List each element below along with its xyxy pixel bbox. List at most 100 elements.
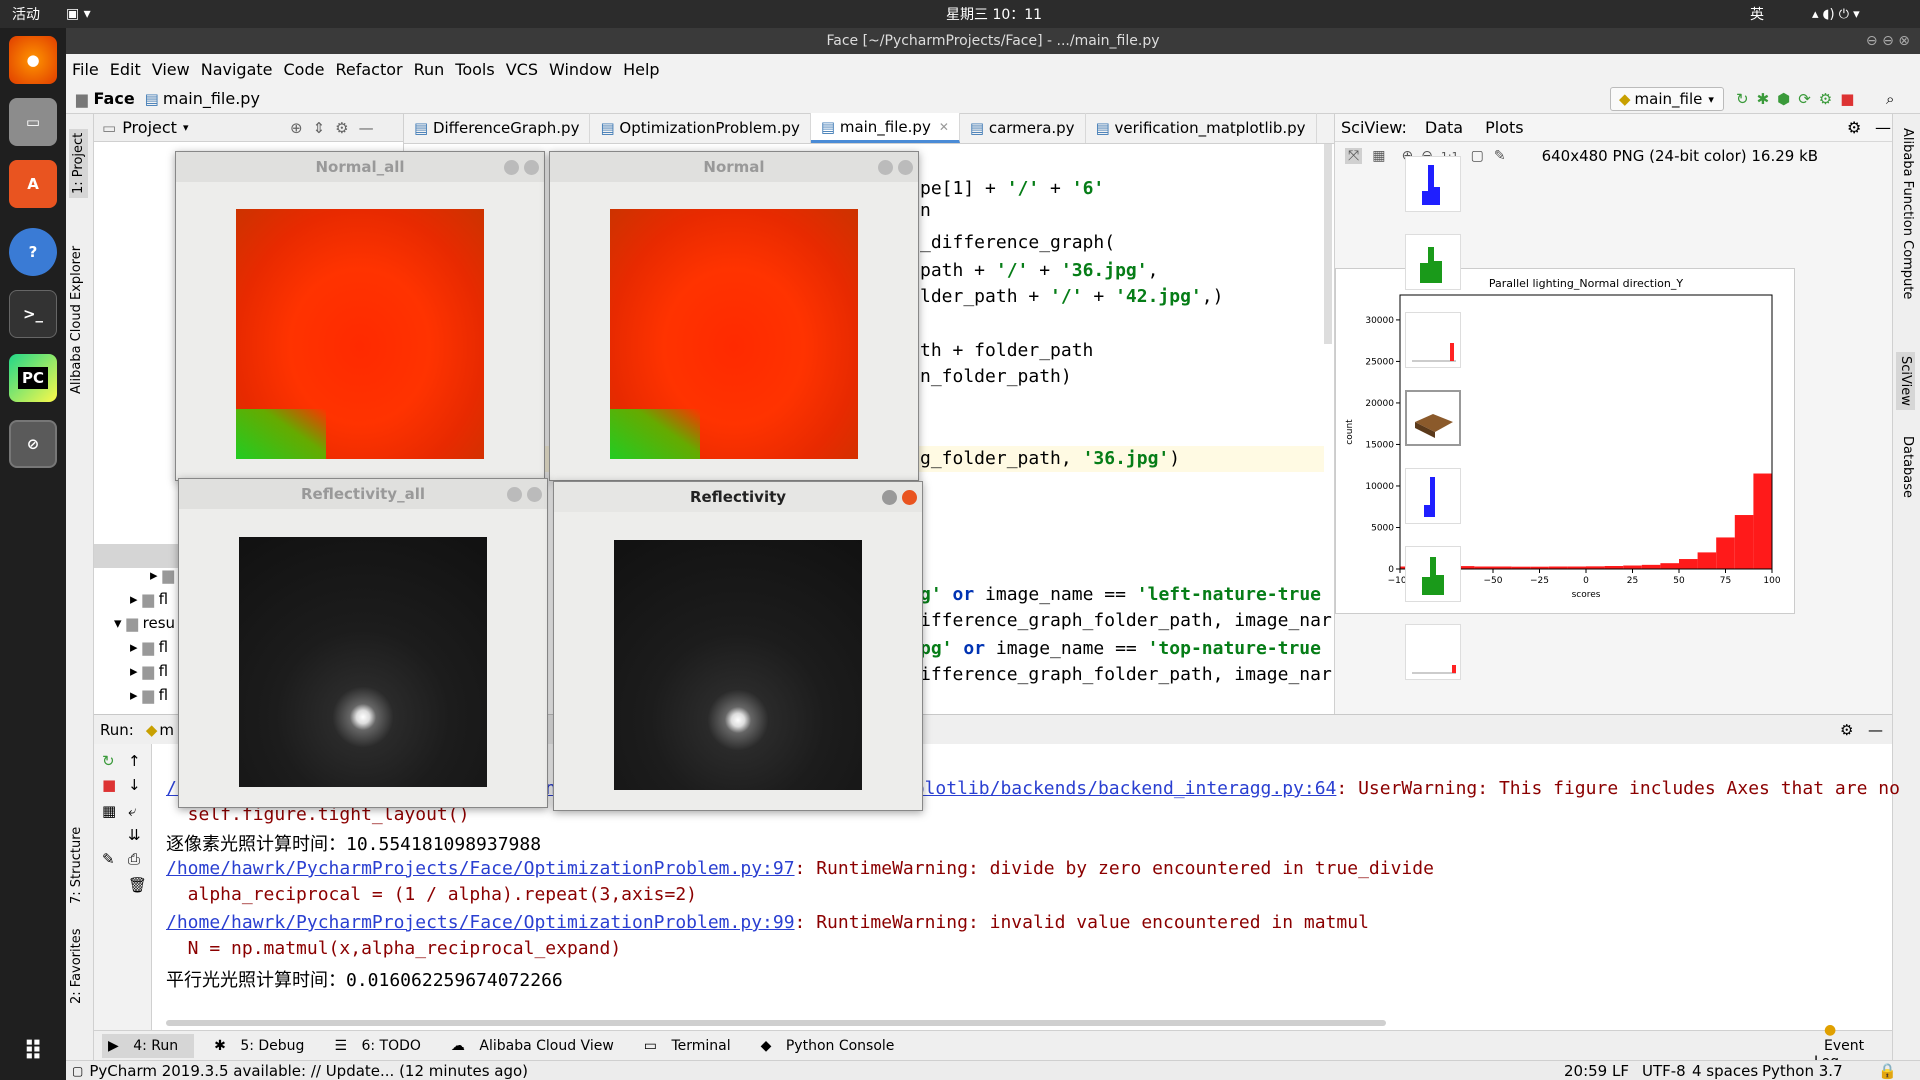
cloud-view-tool-tab[interactable]: ☁ Alibaba Cloud View: [451, 1038, 624, 1054]
tree-item[interactable]: ▾ ▆ resu: [114, 614, 175, 632]
fit-icon[interactable]: ⤧: [1345, 148, 1363, 164]
minimize-button[interactable]: [882, 490, 897, 505]
menu-file[interactable]: File: [72, 60, 99, 79]
pycharm-icon[interactable]: PC: [9, 354, 57, 402]
menu-window[interactable]: Window: [549, 60, 612, 79]
database-tab[interactable]: Database: [1900, 436, 1915, 498]
plot-thumbnail[interactable]: [1405, 390, 1461, 446]
sciview-tab[interactable]: SciView: [1896, 352, 1915, 410]
tab-verification-matplotlib[interactable]: ▤ verification_matplotlib.py: [1086, 113, 1317, 143]
tab-carmera[interactable]: ▤ carmera.py: [960, 113, 1086, 143]
help-icon[interactable]: ?: [9, 228, 57, 276]
plot-thumbnail[interactable]: [1405, 312, 1461, 368]
app-menu-icon[interactable]: ▣ ▾: [66, 6, 91, 22]
menu-help[interactable]: Help: [623, 60, 659, 79]
menu-navigate[interactable]: Navigate: [201, 60, 273, 79]
software-center-icon[interactable]: A: [9, 160, 57, 208]
run-tab[interactable]: m: [159, 721, 174, 739]
panel-actions-icons[interactable]: ⊕⇕⚙—: [290, 119, 384, 137]
window-controls-icon[interactable]: ⊖ ⊖ ⊗: [1866, 33, 1910, 49]
background-icon[interactable]: ▢: [1471, 148, 1484, 164]
scroll-end-icon[interactable]: ⇊: [128, 826, 141, 844]
cloud-explorer-tab[interactable]: Alibaba Cloud Explorer: [69, 246, 84, 394]
activities-button[interactable]: 活动: [12, 4, 40, 24]
cursor-position[interactable]: 20:59: [1564, 1062, 1607, 1080]
python-console-tool-tab[interactable]: ◆ Python Console: [761, 1038, 905, 1054]
plot-thumbnail[interactable]: [1405, 156, 1461, 212]
image-window-reflectivity-all[interactable]: Reflectivity_all: [178, 478, 548, 808]
debug-tool-tab[interactable]: ✱ 5: Debug: [214, 1038, 314, 1054]
tree-item[interactable]: ▸ ▆ fl: [130, 590, 168, 608]
plot-thumbnail[interactable]: [1405, 468, 1461, 524]
gear-icon[interactable]: ⚙: [1847, 118, 1861, 137]
console-hscrollbar[interactable]: [166, 1020, 1386, 1026]
editor-scrollbar[interactable]: [1324, 144, 1332, 344]
image-window-normal-all[interactable]: Normal_all: [175, 151, 545, 481]
minimize-button[interactable]: [878, 160, 893, 175]
menu-run[interactable]: Run: [414, 60, 445, 79]
console-link[interactable]: /home/hawrk/PycharmProjects/Face/Optimiz…: [166, 912, 795, 933]
update-message[interactable]: PyCharm 2019.3.5 available: // Update...…: [89, 1062, 528, 1080]
show-apps-icon[interactable]: ⠿: [9, 1028, 57, 1076]
function-compute-tab[interactable]: Alibaba Function Compute: [1900, 128, 1915, 299]
files-icon[interactable]: ▭: [9, 98, 57, 146]
system-tray-icons[interactable]: ▴ ◖) ⏻ ▾: [1812, 7, 1860, 22]
breadcrumb-project[interactable]: Face: [94, 89, 135, 108]
plot-thumbnail[interactable]: [1405, 234, 1461, 290]
project-panel-title[interactable]: Project: [122, 118, 177, 137]
rerun-icon[interactable]: ↻: [102, 752, 115, 770]
terminal-icon[interactable]: >_: [9, 290, 57, 338]
menu-view[interactable]: View: [152, 60, 190, 79]
tree-item[interactable]: ▸ ▆: [150, 566, 174, 584]
menu-refactor[interactable]: Refactor: [335, 60, 402, 79]
run-toolbar-icons[interactable]: ↻✱⬢⟳⚙■: [1736, 90, 1862, 108]
chevron-down-icon[interactable]: ▾: [183, 121, 189, 134]
tab-optimizationproblem[interactable]: ▤ OptimizationProblem.py: [590, 113, 811, 143]
stop-icon[interactable]: ■: [102, 776, 116, 794]
close-button[interactable]: [524, 160, 539, 175]
menu-code[interactable]: Code: [284, 60, 325, 79]
wrap-icon[interactable]: ⤶: [128, 802, 136, 820]
tab-differencegraph[interactable]: ▤ DifferenceGraph.py: [404, 113, 591, 143]
image-window-normal[interactable]: Normal: [549, 151, 919, 481]
menu-tools[interactable]: Tools: [455, 60, 494, 79]
file-encoding[interactable]: UTF-8: [1642, 1062, 1686, 1080]
structure-tab[interactable]: 7: Structure: [69, 827, 84, 904]
search-icon[interactable]: ⌕: [1886, 90, 1894, 108]
breadcrumb-file[interactable]: main_file.py: [163, 89, 260, 108]
close-button[interactable]: [527, 487, 542, 502]
up-icon[interactable]: ↑: [128, 752, 141, 770]
tree-item[interactable]: ▸ ▆ fl: [130, 638, 168, 656]
pin-icon[interactable]: ✎: [102, 850, 115, 868]
menu-vcs[interactable]: VCS: [506, 60, 538, 79]
minimize-icon[interactable]: —: [1875, 118, 1891, 137]
image-window-reflectivity[interactable]: Reflectivity: [553, 481, 923, 811]
eyedropper-icon[interactable]: ✎: [1494, 148, 1506, 164]
lock-icon[interactable]: 🔒: [1878, 1062, 1897, 1080]
indent-setting[interactable]: 4 spaces: [1692, 1062, 1758, 1080]
ime-indicator[interactable]: 英: [1750, 4, 1764, 24]
project-tool-tab[interactable]: 1: Project: [69, 128, 88, 198]
print-icon[interactable]: ⎙: [128, 850, 140, 868]
plot-thumbnail[interactable]: [1405, 624, 1461, 680]
close-icon[interactable]: ✕: [939, 120, 949, 134]
python-window-icon[interactable]: ⊘: [9, 420, 57, 468]
tree-item[interactable]: ▸ ▆ fl: [130, 686, 168, 704]
minimize-button[interactable]: [507, 487, 522, 502]
sciview-plots-tab[interactable]: Plots: [1485, 118, 1524, 137]
close-button[interactable]: [898, 160, 913, 175]
terminal-tool-tab[interactable]: ▭ Terminal: [644, 1038, 741, 1054]
minimize-icon[interactable]: —: [1868, 721, 1883, 739]
sciview-data-tab[interactable]: Data: [1425, 118, 1463, 137]
plot-thumbnail[interactable]: [1405, 546, 1461, 602]
down-icon[interactable]: ↓: [128, 776, 141, 794]
firefox-icon[interactable]: ●: [9, 36, 57, 84]
favorites-tab[interactable]: 2: Favorites: [69, 928, 84, 1004]
tree-item[interactable]: ▸ ▆ fl: [130, 662, 168, 680]
layout-icon[interactable]: ▦: [102, 802, 116, 820]
close-button[interactable]: [902, 490, 917, 505]
python-interpreter[interactable]: Python 3.7: [1762, 1062, 1843, 1080]
line-ending[interactable]: LF: [1612, 1062, 1629, 1080]
todo-tool-tab[interactable]: ☰ 6: TODO: [334, 1038, 430, 1054]
minimize-button[interactable]: [504, 160, 519, 175]
